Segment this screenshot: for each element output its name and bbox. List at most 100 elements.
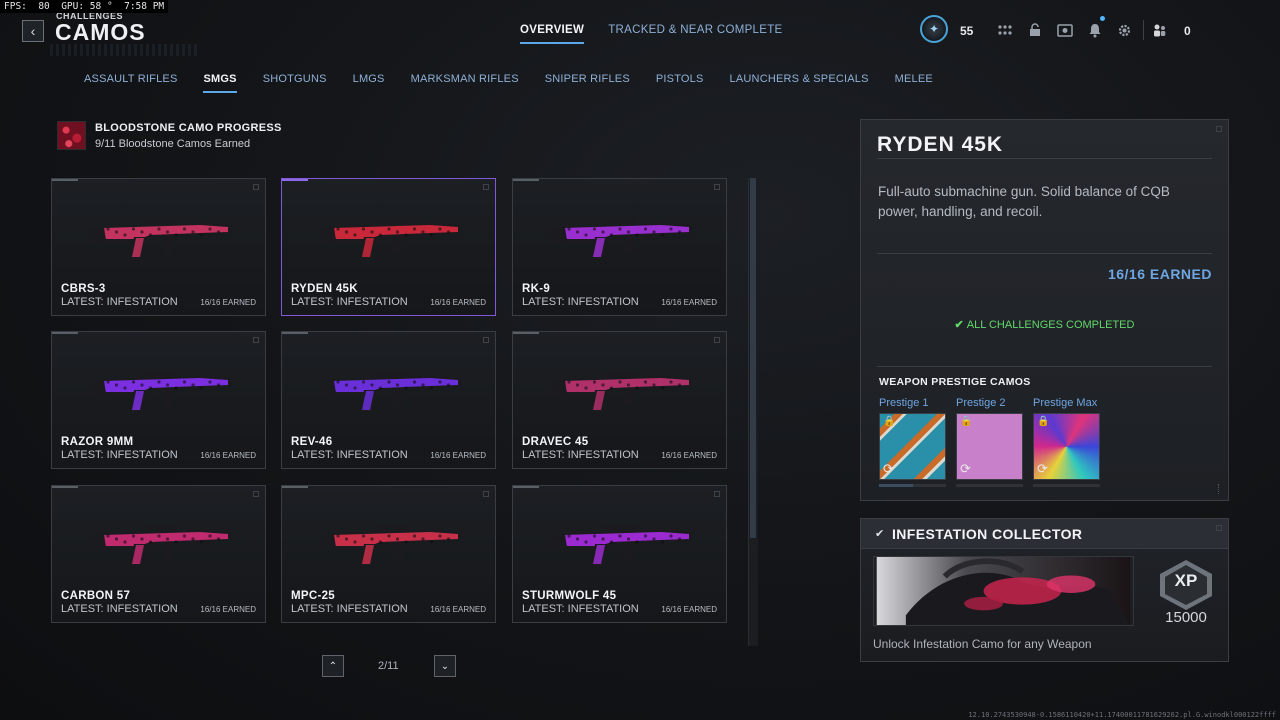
tab-pistols[interactable]: PISTOLS	[656, 73, 704, 93]
prestige-badge-icon: ⟳	[960, 461, 971, 476]
weapon-name: CARBON 57	[61, 590, 131, 602]
prestige-2-camo[interactable]: 🔒 ⟳	[956, 413, 1023, 480]
page-prev-button[interactable]: ⌃	[322, 655, 344, 677]
prestige-2-progress	[956, 484, 1023, 487]
divider	[877, 158, 1212, 159]
card-corner	[483, 184, 489, 190]
lock-icon: 🔒	[883, 416, 896, 427]
weapon-card-sturmwolf-45[interactable]: STURMWOLF 45 LATEST: INFESTATION 16/16 E…	[512, 485, 727, 623]
bloodstone-progress-count: 9/11 Bloodstone Camos Earned	[95, 138, 251, 150]
weapon-name: CBRS-3	[61, 283, 106, 295]
page-title: CAMOS	[55, 19, 146, 45]
top-tabs: OVERVIEW TRACKED & NEAR COMPLETE	[520, 24, 783, 44]
weapon-earned-count: 16/16 EARNED	[200, 298, 256, 307]
weapon-latest-camo: LATEST: INFESTATION	[522, 449, 639, 461]
player-level-icon[interactable]: ✦	[920, 15, 948, 43]
lock-icon: 🔒	[960, 416, 973, 427]
challenge-title: INFESTATION COLLECTOR	[892, 526, 1083, 542]
weapon-earned-count: 16/16 EARNED	[200, 451, 256, 460]
weapon-name: STURMWOLF 45	[522, 590, 617, 602]
weapon-earned-count: 16/16 EARNED	[661, 605, 717, 614]
card-accent	[282, 179, 308, 181]
weapon-image	[320, 372, 462, 412]
weapon-image	[90, 526, 232, 566]
weapon-card-razor-9mm[interactable]: RAZOR 9MM LATEST: INFESTATION 16/16 EARN…	[51, 331, 266, 469]
tab-launchers-specials[interactable]: LAUNCHERS & SPECIALS	[730, 73, 869, 93]
card-corner	[714, 184, 720, 190]
page-indicator: 2/11	[378, 660, 399, 672]
prestige-max-camo[interactable]: 🔒 ⟳	[1033, 413, 1100, 480]
weapon-name: RK-9	[522, 283, 551, 295]
back-button[interactable]: ‹	[22, 20, 44, 42]
card-corner	[483, 491, 489, 497]
currency-icon[interactable]	[1056, 21, 1074, 39]
weapon-name: DRAVEC 45	[522, 436, 589, 448]
checkmark-icon: ✔	[954, 319, 964, 331]
card-accent	[282, 486, 308, 488]
challenge-panel[interactable]: ✔ INFESTATION COLLECTOR XP 15000 Unlock …	[860, 518, 1229, 662]
weapon-earned-count: 16/16 EARNED	[661, 298, 717, 307]
weapon-card-rev-46[interactable]: REV-46 LATEST: INFESTATION 16/16 EARNED	[281, 331, 496, 469]
prestige-1-label: Prestige 1	[879, 397, 929, 409]
tab-tracked-near-complete[interactable]: TRACKED & NEAR COMPLETE	[608, 24, 782, 44]
tab-lmgs[interactable]: LMGS	[353, 73, 385, 93]
weapon-latest-camo: LATEST: INFESTATION	[291, 296, 408, 308]
weapon-latest-camo: LATEST: INFESTATION	[291, 603, 408, 615]
prestige-badge-icon: ⟳	[1037, 461, 1048, 476]
weapon-image	[90, 372, 232, 412]
weapon-grid: CBRS-3 LATEST: INFESTATION 16/16 EARNED …	[51, 178, 727, 623]
weapon-card-ryden-45k[interactable]: RYDEN 45K LATEST: INFESTATION 16/16 EARN…	[281, 178, 496, 316]
tab-assault-rifles[interactable]: ASSAULT RIFLES	[84, 73, 177, 93]
fps-overlay: FPS: 80 GPU: 58 ° 7:58 PM	[0, 0, 169, 13]
weapon-earned-count: 16/16 EARNED	[661, 451, 717, 460]
chevron-up-icon: ⌃	[328, 660, 338, 672]
notification-dot	[1100, 16, 1105, 21]
card-corner	[253, 491, 259, 497]
unlock-icon[interactable]	[1026, 21, 1044, 39]
challenge-description: Unlock Infestation Camo for any Weapon	[873, 637, 1092, 651]
detail-weapon-name: RYDEN 45K	[877, 133, 1004, 156]
weapon-detail-panel: RYDEN 45K Full-auto submachine gun. Soli…	[860, 119, 1229, 501]
challenges-complete-label: ALL CHALLENGES COMPLETED	[966, 319, 1135, 331]
apps-grid-icon[interactable]	[996, 21, 1014, 39]
weapon-earned-count: 16/16 EARNED	[430, 298, 486, 307]
weapon-card-rk-9[interactable]: RK-9 LATEST: INFESTATION 16/16 EARNED	[512, 178, 727, 316]
tab-marksman-rifles[interactable]: MARKSMAN RIFLES	[411, 73, 519, 93]
card-accent	[513, 179, 539, 181]
weapon-name: RYDEN 45K	[291, 283, 358, 295]
prestige-1-camo[interactable]: 🔒 ⟳	[879, 413, 946, 480]
weapon-latest-camo: LATEST: INFESTATION	[61, 449, 178, 461]
player-level: 55	[960, 24, 974, 38]
weapon-card-carbon-57[interactable]: CARBON 57 LATEST: INFESTATION 16/16 EARN…	[51, 485, 266, 623]
weapon-card-mpc-25[interactable]: MPC-25 LATEST: INFESTATION 16/16 EARNED	[281, 485, 496, 623]
weapon-card-cbrs-3[interactable]: CBRS-3 LATEST: INFESTATION 16/16 EARNED	[51, 178, 266, 316]
page-next-button[interactable]: ⌄	[434, 655, 456, 677]
weapon-earned-count: 16/16 EARNED	[200, 605, 256, 614]
detail-earned-count: 16/16 EARNED	[1107, 266, 1212, 282]
bloodstone-camo-swatch	[57, 121, 86, 150]
weapon-name: RAZOR 9MM	[61, 436, 134, 448]
checkmark-icon: ✔	[875, 528, 885, 540]
party-icon[interactable]	[1151, 21, 1169, 39]
grid-scrollbar-thumb[interactable]	[750, 178, 756, 538]
tab-overview[interactable]: OVERVIEW	[520, 24, 585, 44]
panel-grip	[1218, 484, 1221, 494]
tab-smgs[interactable]: SMGS	[203, 73, 237, 93]
card-corner	[714, 337, 720, 343]
detail-description: Full-auto submachine gun. Solid balance …	[878, 184, 1170, 219]
lock-icon: 🔒	[1037, 416, 1050, 427]
challenges-complete-status: ✔ ALL CHALLENGES COMPLETED	[861, 318, 1228, 331]
card-corner	[483, 337, 489, 343]
tab-sniper-rifles[interactable]: SNIPER RIFLES	[545, 73, 630, 93]
weapon-card-dravec-45[interactable]: DRAVEC 45 LATEST: INFESTATION 16/16 EARN…	[512, 331, 727, 469]
tab-shotguns[interactable]: SHOTGUNS	[263, 73, 327, 93]
weapon-image	[320, 219, 462, 259]
prestige-1-progress	[879, 484, 946, 487]
bell-icon[interactable]	[1086, 21, 1104, 39]
status-divider	[1143, 20, 1144, 40]
gear-icon[interactable]	[1115, 21, 1133, 39]
chevron-down-icon: ⌄	[440, 660, 450, 672]
tab-melee[interactable]: MELEE	[895, 73, 933, 93]
card-accent	[282, 332, 308, 334]
weapon-image	[90, 219, 232, 259]
